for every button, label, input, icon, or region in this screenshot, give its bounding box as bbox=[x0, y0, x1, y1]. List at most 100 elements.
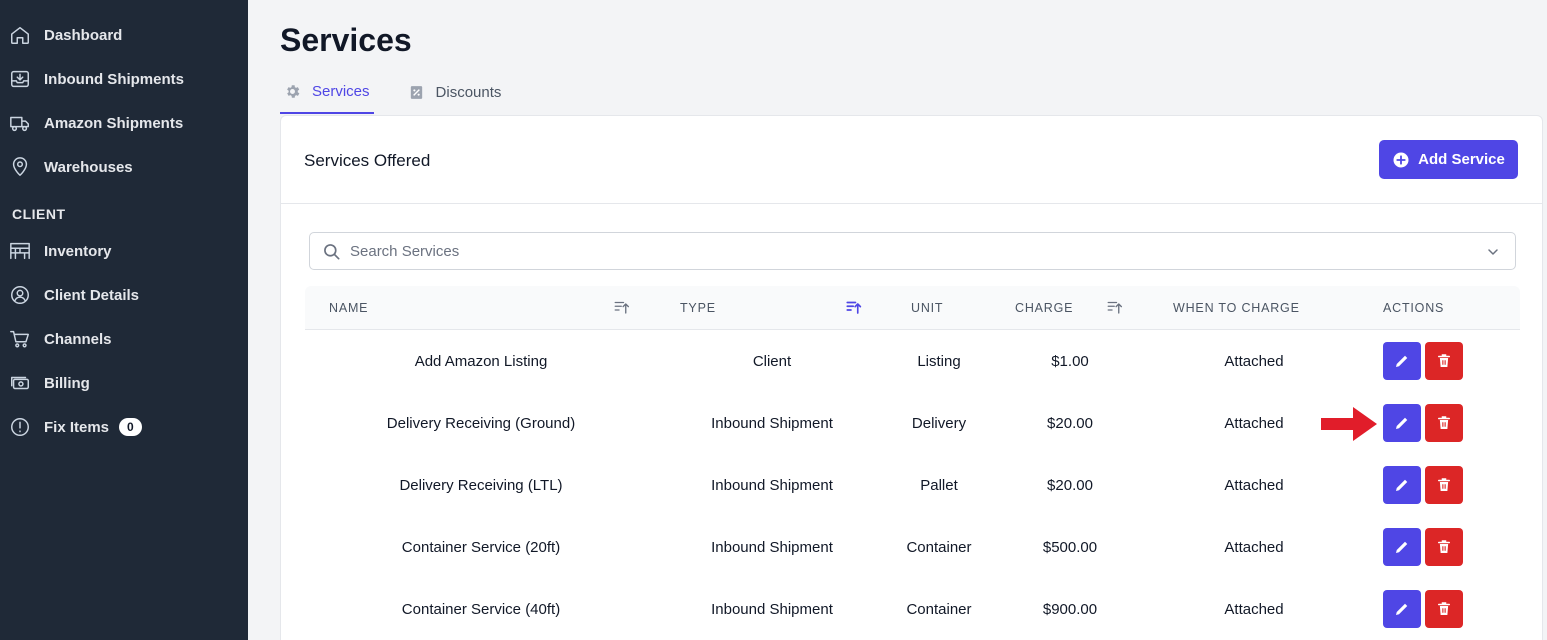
pencil-icon bbox=[1396, 355, 1408, 367]
sidebar-item-label: Fix Items bbox=[44, 418, 110, 436]
table-row: Container Service (20ft) Inbound Shipmen… bbox=[305, 516, 1520, 578]
cell-unit: Delivery bbox=[911, 414, 967, 432]
cell-unit: Listing bbox=[917, 352, 961, 370]
truck-icon bbox=[8, 111, 32, 135]
trash-icon bbox=[1438, 354, 1450, 367]
trash-icon bbox=[1438, 602, 1450, 615]
home-icon bbox=[8, 23, 32, 47]
column-header-unit: UNIT bbox=[911, 301, 944, 315]
add-service-button[interactable]: Add Service bbox=[1379, 140, 1518, 179]
tab-label: Services bbox=[312, 82, 370, 100]
search-box[interactable] bbox=[309, 232, 1516, 270]
sidebar-item-label: Channels bbox=[44, 330, 112, 348]
sidebar-item-label: Client Details bbox=[44, 286, 140, 304]
cell-when-to-charge: Attached bbox=[1224, 352, 1284, 370]
card-header: Services Offered Add Service bbox=[281, 116, 1542, 204]
sidebar-item-amazon-shipments[interactable]: Amazon Shipments bbox=[8, 105, 240, 141]
gear-icon bbox=[284, 82, 302, 100]
cell-charge: $1.00 bbox=[1051, 352, 1089, 370]
sidebar-item-label: Inbound Shipments bbox=[44, 70, 184, 88]
cell-name: Delivery Receiving (LTL) bbox=[399, 476, 563, 494]
delete-button[interactable] bbox=[1425, 466, 1463, 504]
inbox-download-icon bbox=[8, 67, 32, 91]
search-icon bbox=[324, 244, 340, 260]
trash-icon bbox=[1438, 416, 1450, 429]
sidebar-item-label: Dashboard bbox=[44, 26, 123, 44]
plus-circle-icon bbox=[1392, 151, 1410, 169]
chevron-down-icon[interactable] bbox=[1485, 244, 1501, 260]
cell-type: Inbound Shipment bbox=[711, 476, 833, 494]
column-header-type: TYPE bbox=[680, 301, 716, 315]
sidebar-item-label: Warehouses bbox=[44, 158, 133, 176]
column-header-when-to-charge: WHEN TO CHARGE bbox=[1173, 301, 1300, 315]
trash-icon bbox=[1438, 540, 1450, 553]
cell-when-to-charge: Attached bbox=[1224, 538, 1284, 556]
cell-unit: Pallet bbox=[920, 476, 958, 494]
cell-when-to-charge: Attached bbox=[1224, 476, 1284, 494]
red-arrow-icon bbox=[1321, 407, 1377, 441]
card-title: Services Offered bbox=[304, 151, 431, 170]
sidebar-item-warehouses[interactable]: Warehouses bbox=[8, 149, 240, 185]
cell-type: Inbound Shipment bbox=[711, 414, 833, 432]
map-pin-icon bbox=[8, 155, 32, 179]
column-header-charge: CHARGE bbox=[1015, 301, 1074, 315]
delete-button[interactable] bbox=[1425, 590, 1463, 628]
cell-type: Client bbox=[752, 352, 792, 370]
table-row: Add Amazon Listing Client Listing $1.00 … bbox=[305, 330, 1520, 392]
cell-name: Container Service (40ft) bbox=[401, 600, 561, 618]
cell-charge: $500.00 bbox=[1042, 538, 1098, 556]
edit-button[interactable] bbox=[1383, 342, 1421, 380]
sidebar-item-billing[interactable]: Billing bbox=[8, 365, 240, 401]
cell-unit: Container bbox=[906, 538, 972, 556]
page-title: Services bbox=[280, 22, 412, 58]
edit-button[interactable] bbox=[1383, 404, 1421, 442]
sidebar-item-channels[interactable]: Channels bbox=[8, 321, 240, 357]
fix-items-count-badge: 0 bbox=[119, 418, 142, 436]
warehouse-shelves-icon bbox=[8, 239, 32, 263]
sidebar-item-fix-items[interactable]: Fix Items 0 bbox=[8, 409, 240, 445]
tab-bar: Services Discounts bbox=[280, 70, 535, 114]
table-row: Delivery Receiving (LTL) Inbound Shipmen… bbox=[305, 454, 1520, 516]
sort-type-icon[interactable] bbox=[845, 298, 863, 316]
cell-name: Container Service (20ft) bbox=[401, 538, 561, 556]
percent-receipt-icon bbox=[408, 83, 426, 101]
edit-button[interactable] bbox=[1383, 590, 1421, 628]
pencil-icon bbox=[1396, 417, 1408, 429]
pencil-icon bbox=[1396, 603, 1408, 615]
add-service-label: Add Service bbox=[1418, 151, 1505, 168]
tab-label: Discounts bbox=[435, 83, 502, 101]
services-card: Services Offered Add Service NAME TYPE U… bbox=[280, 115, 1543, 640]
sort-name-icon[interactable] bbox=[613, 298, 631, 316]
pencil-icon bbox=[1396, 479, 1408, 491]
cell-type: Inbound Shipment bbox=[711, 600, 833, 618]
edit-button[interactable] bbox=[1383, 528, 1421, 566]
cell-charge: $20.00 bbox=[1047, 414, 1093, 432]
table-row: Container Service (40ft) Inbound Shipmen… bbox=[305, 578, 1520, 640]
sidebar-item-inbound-shipments[interactable]: Inbound Shipments bbox=[8, 61, 240, 97]
cart-icon bbox=[8, 327, 32, 351]
sidebar-item-dashboard[interactable]: Dashboard bbox=[8, 17, 240, 53]
cell-charge: $20.00 bbox=[1047, 476, 1093, 494]
tab-services[interactable]: Services bbox=[280, 70, 374, 114]
cash-icon bbox=[8, 371, 32, 395]
pencil-icon bbox=[1396, 541, 1408, 553]
user-circle-icon bbox=[8, 283, 32, 307]
cell-charge: $900.00 bbox=[1042, 600, 1098, 618]
cell-unit: Container bbox=[906, 600, 972, 618]
delete-button[interactable] bbox=[1425, 342, 1463, 380]
column-header-actions: ACTIONS bbox=[1383, 301, 1445, 315]
services-table: NAME TYPE UNIT CHARGE WHEN TO CHARGE ACT… bbox=[305, 286, 1520, 628]
delete-button[interactable] bbox=[1425, 404, 1463, 442]
sort-charge-icon[interactable] bbox=[1106, 298, 1124, 316]
trash-icon bbox=[1438, 478, 1450, 491]
sidebar-item-label: Inventory bbox=[44, 242, 112, 260]
cell-name: Delivery Receiving (Ground) bbox=[386, 414, 576, 432]
tab-discounts[interactable]: Discounts bbox=[404, 70, 506, 114]
sidebar-item-client-details[interactable]: Client Details bbox=[8, 277, 240, 313]
sidebar-item-label: Billing bbox=[44, 374, 90, 392]
sidebar: Dashboard Inbound Shipments Amazon Shipm… bbox=[0, 0, 248, 640]
delete-button[interactable] bbox=[1425, 528, 1463, 566]
search-input[interactable] bbox=[350, 233, 1470, 269]
edit-button[interactable] bbox=[1383, 466, 1421, 504]
sidebar-item-inventory[interactable]: Inventory bbox=[8, 233, 240, 269]
